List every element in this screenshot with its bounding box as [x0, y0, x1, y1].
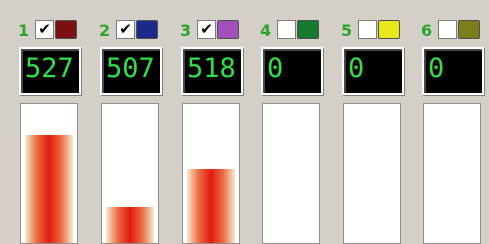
channel-header: 1 ✔	[18, 20, 98, 42]
channel-level-fill	[106, 206, 154, 243]
channel-value: 0	[428, 53, 445, 84]
channel-value: 0	[348, 53, 365, 84]
channel-value-display: 518	[181, 47, 243, 95]
channel-number: 5	[341, 21, 353, 40]
channel-enable-checkbox[interactable]: ✔	[35, 20, 54, 39]
channel-color-swatch[interactable]	[55, 20, 77, 39]
channel-color-swatch[interactable]	[378, 20, 400, 39]
channel-value: 507	[106, 53, 155, 84]
channel-enable-checkbox[interactable]	[277, 20, 296, 39]
channel-header: 4	[260, 20, 340, 42]
channel-value-display: 507	[100, 47, 162, 95]
channel-number: 4	[260, 21, 272, 40]
channel-header: 2 ✔	[99, 20, 179, 42]
channel-color-swatch[interactable]	[217, 20, 239, 39]
channel-number: 1	[18, 21, 30, 40]
channel-enable-checkbox[interactable]	[438, 20, 457, 39]
channel-enable-checkbox[interactable]: ✔	[116, 20, 135, 39]
channel-value-display: 0	[342, 47, 404, 95]
channel-level-fill	[25, 134, 73, 243]
channel-2: 2 ✔ 507	[99, 0, 179, 244]
channel-header: 5	[341, 20, 421, 42]
channel-header: 6	[421, 20, 489, 42]
channel-color-swatch[interactable]	[297, 20, 319, 39]
channel-level-bar	[423, 103, 481, 244]
channel-value: 527	[25, 53, 74, 84]
channel-value: 0	[267, 53, 284, 84]
channel-enable-checkbox[interactable]	[358, 20, 377, 39]
channel-4: 4 0	[260, 0, 340, 244]
channel-3: 3 ✔ 518	[180, 0, 260, 244]
channel-1: 1 ✔ 527	[18, 0, 98, 244]
channel-number: 3	[180, 21, 192, 40]
channel-6: 6 0	[421, 0, 489, 244]
channel-color-swatch[interactable]	[458, 20, 480, 39]
channel-level-bar	[262, 103, 320, 244]
channel-5: 5 0	[341, 0, 421, 244]
channel-header: 3 ✔	[180, 20, 260, 42]
channel-value-display: 0	[422, 47, 484, 95]
channel-number: 2	[99, 21, 111, 40]
channel-color-swatch[interactable]	[136, 20, 158, 39]
channel-level-bar	[20, 103, 78, 244]
channel-number: 6	[421, 21, 433, 40]
channel-level-fill	[187, 169, 235, 243]
channel-value-display: 0	[261, 47, 323, 95]
channel-level-bar	[101, 103, 159, 244]
channel-level-bar	[182, 103, 240, 244]
channel-enable-checkbox[interactable]: ✔	[197, 20, 216, 39]
channel-value-display: 527	[19, 47, 81, 95]
channel-value: 518	[187, 53, 236, 84]
channel-level-bar	[343, 103, 401, 244]
